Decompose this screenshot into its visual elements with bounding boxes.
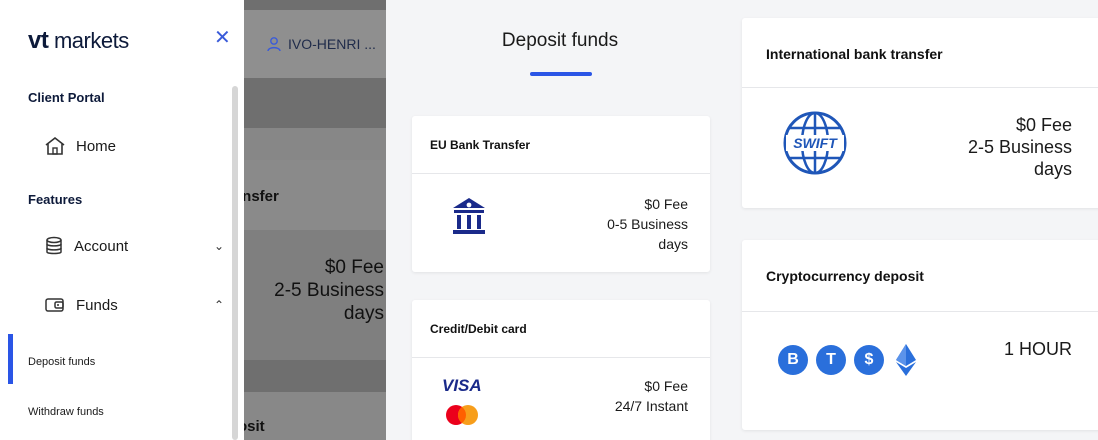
sidebar-item-funds[interactable]: Funds ⌃	[44, 296, 224, 314]
sidebar-item-account[interactable]: Account ⌄	[44, 236, 224, 256]
sidebar-item-home[interactable]: Home	[44, 136, 224, 156]
fee-block: $0 Fee 0-5 Business days	[607, 194, 688, 254]
eu-bank-transfer-card[interactable]: EU Bank Transfer $0 Fee 0-5 Business day…	[412, 116, 710, 272]
fee-block: $0 Fee 24/7 Instant	[615, 376, 688, 416]
cryptocurrency-deposit-card[interactable]: Cryptocurrency deposit B T $ 1 HOUR	[742, 240, 1098, 430]
chevron-up-icon[interactable]: ⌃	[214, 298, 224, 312]
section-features: Features	[28, 192, 83, 207]
time-text: 0-5 Business	[607, 216, 688, 232]
card-title: EU Bank Transfer	[412, 116, 710, 174]
sidebar-drawer: vt markets ✕ Client Portal Home Features…	[0, 0, 244, 440]
logo[interactable]: vt markets	[28, 27, 129, 55]
card-title: Cryptocurrency deposit	[742, 240, 1098, 312]
close-icon[interactable]: ✕	[214, 28, 231, 48]
logo-text: markets	[48, 28, 129, 53]
dimmed-band	[236, 128, 386, 160]
dimmed-fee: $0 Fee	[324, 257, 384, 278]
sidebar-item-withdraw-funds[interactable]: Withdraw funds	[28, 406, 104, 418]
time-text: 1 HOUR	[1003, 339, 1072, 359]
chevron-down-icon[interactable]: ⌄	[214, 239, 224, 253]
sidebar-item-label: Funds	[76, 296, 118, 314]
dimmed-fee-block: $0 Fee 2-5 Business days	[238, 256, 384, 325]
sidebar-item-deposit-funds[interactable]: Deposit funds	[28, 356, 95, 368]
fee-text: $0 Fee	[644, 196, 688, 212]
page-title: Deposit funds	[501, 30, 619, 51]
credit-debit-card-card[interactable]: Credit/Debit card VISA $0 Fee 24/7 Insta…	[412, 300, 710, 440]
time-block: 1 HOUR	[1004, 338, 1072, 360]
fee-text: $0 Fee	[644, 378, 688, 394]
bitcoin-icon: B	[778, 345, 808, 375]
time-text: 2-5 Business	[967, 137, 1072, 157]
screenshot-collage: IVO-HENRI ... insfer $0 Fee 2-5 Business…	[0, 0, 1098, 440]
swift-globe-icon: SWIFT	[783, 111, 847, 175]
card-title: International bank transfer	[742, 18, 1098, 88]
international-bank-transfer-card[interactable]: International bank transfer SWIFT $0 Fee…	[742, 18, 1098, 208]
section-client-portal: Client Portal	[28, 90, 105, 105]
home-icon	[45, 136, 65, 155]
coin-icons: B T $	[778, 344, 916, 376]
sidebar-item-label: Home	[76, 137, 117, 155]
database-icon	[46, 236, 62, 255]
time-text-2: days	[658, 236, 688, 252]
card-title: Credit/Debit card	[412, 300, 710, 358]
user-menu[interactable]: IVO-HENRI ...	[266, 36, 376, 52]
active-indicator	[8, 334, 13, 384]
bank-icon	[453, 198, 485, 234]
tab-underline	[530, 72, 592, 76]
payment-methods-panel: International bank transfer SWIFT $0 Fee…	[730, 0, 1098, 440]
time-text: 24/7 Instant	[614, 398, 688, 414]
tether-icon: T	[816, 345, 846, 375]
fee-block: $0 Fee 2-5 Business days	[968, 114, 1072, 180]
scrollbar[interactable]	[232, 86, 238, 440]
user-name: IVO-HENRI ...	[288, 36, 376, 52]
deposit-funds-panel: Deposit funds EU Bank Transfer $0 Fee 0-…	[386, 0, 726, 440]
fee-text: $0 Fee	[1015, 115, 1072, 135]
dimmed-time: 2-5 Business days	[274, 280, 384, 324]
svg-text:SWIFT: SWIFT	[793, 135, 838, 151]
time-text-2: days	[1033, 159, 1072, 179]
user-icon	[267, 37, 281, 52]
mobile-menu-panel: IVO-HENRI ... insfer $0 Fee 2-5 Business…	[0, 0, 386, 440]
ethereum-icon	[896, 344, 916, 376]
visa-logo: VISA	[442, 376, 482, 395]
wallet-icon	[45, 298, 64, 312]
mastercard-icon	[446, 405, 478, 425]
dimmed-transfer-title: insfer	[238, 188, 279, 205]
sidebar-item-label: Account	[74, 237, 129, 255]
usd-coin-icon: $	[854, 345, 884, 375]
logo-vt: vt	[28, 27, 49, 54]
